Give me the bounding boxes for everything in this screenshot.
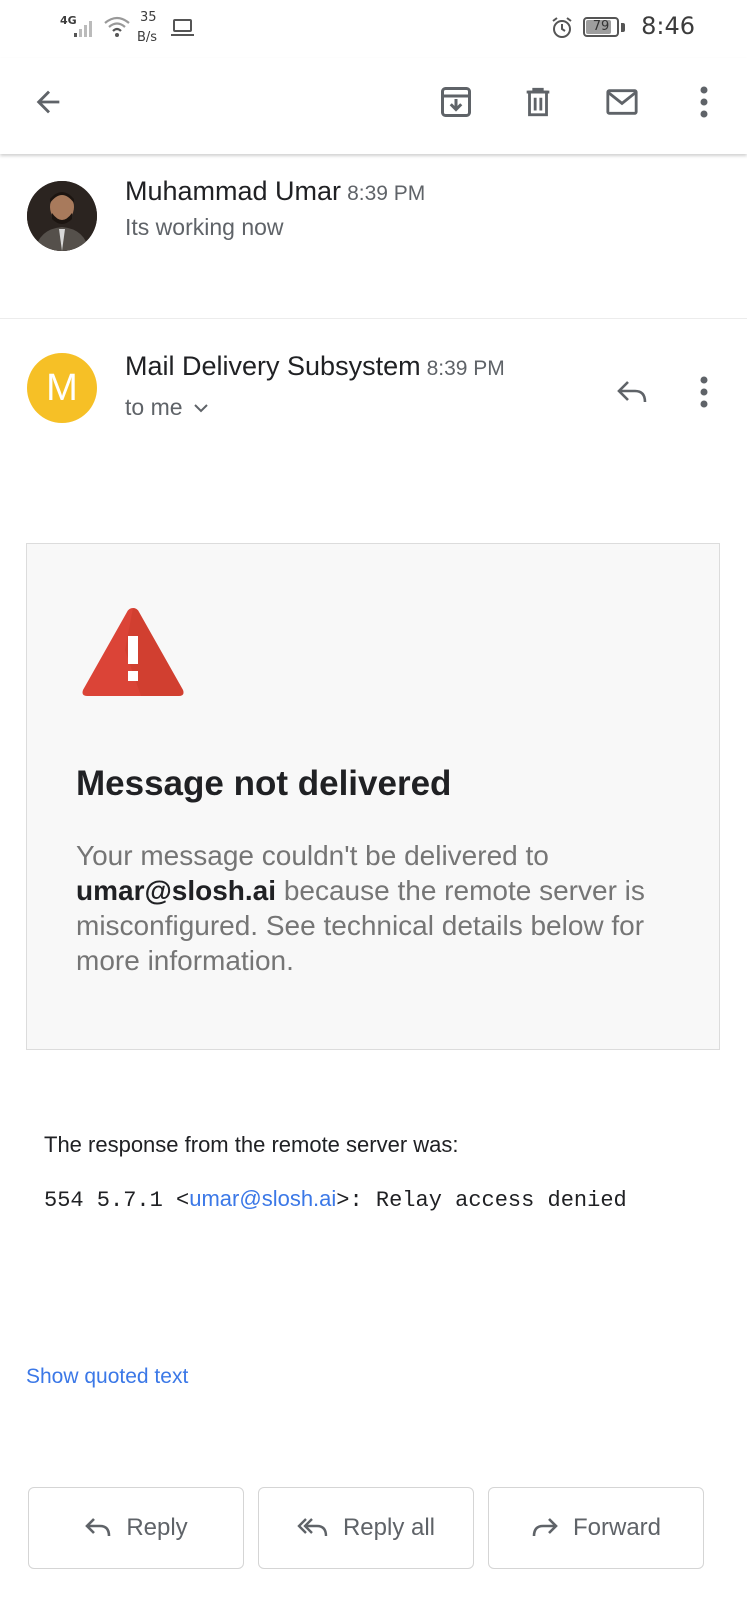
mail-icon [606, 89, 638, 115]
chevron-down-icon [193, 403, 208, 412]
response-email-link[interactable]: umar@slosh.ai [189, 1186, 336, 1211]
avatar-letter: M [46, 366, 78, 409]
recipient-label: to me [125, 394, 183, 420]
archive-button[interactable] [432, 78, 480, 126]
alarm-icon [552, 17, 572, 38]
sender-line: Muhammad Umar 8:39 PM [125, 176, 425, 207]
reply-label: Reply [126, 1514, 188, 1541]
laptop-icon [171, 19, 194, 36]
recipient-toggle[interactable]: to me [125, 394, 209, 421]
forward-button[interactable]: Forward [488, 1487, 704, 1569]
thread-divider [0, 318, 747, 319]
reply-icon [85, 1518, 111, 1537]
sender-name: Muhammad Umar [125, 176, 342, 206]
battery-tip [621, 23, 625, 32]
status-bar: 4G 35 B/s 79 8:46 [0, 0, 747, 58]
card-description: Your message couldn't be delivered to um… [76, 838, 666, 978]
reply-all-icon [297, 1518, 328, 1537]
forward-icon [532, 1518, 558, 1537]
message-time: 8:39 PM [426, 357, 505, 380]
card-title: Message not delivered [76, 764, 452, 803]
response-code: 554 5.7.1 <umar@slosh.ai>: Relay access … [44, 1186, 627, 1213]
forward-label: Forward [572, 1514, 662, 1541]
card-text-before: Your message couldn't be delivered to [76, 840, 549, 871]
sender-avatar [27, 181, 97, 251]
sender-name: Mail Delivery Subsystem [125, 351, 421, 381]
message-snippet: Its working now [125, 214, 284, 240]
arrow-back-icon [36, 90, 60, 114]
delivery-failure-card: Message not delivered Your message could… [26, 543, 720, 1050]
collapsed-message[interactable]: Muhammad Umar 8:39 PM Its working now [0, 160, 747, 318]
clock: 8:46 [641, 12, 695, 40]
response-code-prefix: 554 5.7.1 < [44, 1188, 190, 1213]
more-options-button[interactable] [684, 78, 724, 126]
failed-recipient-email: umar@slosh.ai [76, 875, 277, 906]
back-button[interactable] [24, 78, 72, 126]
more-vert-icon [700, 376, 708, 408]
sender-line: Mail Delivery Subsystem 8:39 PM [125, 351, 505, 382]
show-quoted-text-link[interactable]: Show quoted text [26, 1365, 188, 1389]
message-more-button[interactable] [684, 368, 724, 416]
message-time: 8:39 PM [347, 182, 426, 205]
delete-button[interactable] [514, 78, 562, 126]
reply-icon [617, 381, 647, 403]
trash-icon [526, 87, 550, 117]
message-toolbar [0, 58, 747, 154]
sender-letter-avatar: M [27, 353, 97, 423]
mark-unread-button[interactable] [598, 78, 646, 126]
signal-icon [74, 21, 92, 37]
response-code-suffix: >: Relay access denied [336, 1188, 627, 1213]
person-photo-icon [27, 181, 97, 251]
reply-all-label: Reply all [342, 1514, 436, 1541]
reply-icon-button[interactable] [608, 368, 656, 416]
more-vert-icon [700, 86, 708, 118]
reply-all-button[interactable]: Reply all [258, 1487, 474, 1569]
archive-icon [441, 87, 471, 117]
wifi-icon [104, 16, 130, 37]
reply-button[interactable]: Reply [28, 1487, 244, 1569]
net-speed-unit: B/s [137, 30, 158, 45]
battery-indicator: 79 [583, 17, 619, 37]
net-speed-value: 35 [140, 10, 157, 25]
battery-level: 79 [592, 19, 610, 34]
warning-icon [82, 608, 184, 696]
response-label: The response from the remote server was: [44, 1132, 459, 1157]
